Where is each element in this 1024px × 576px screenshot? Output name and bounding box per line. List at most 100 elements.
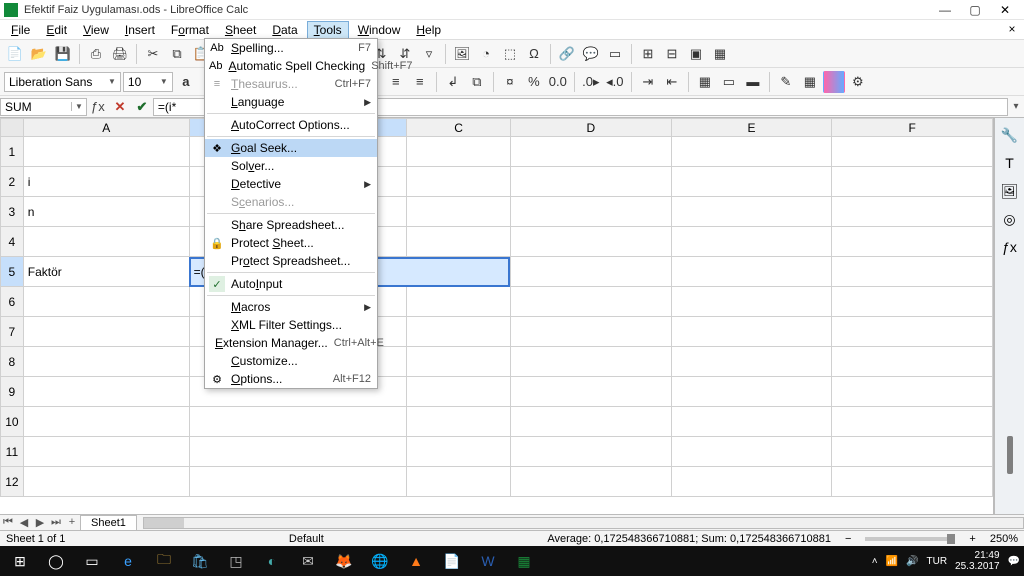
hyperlink-button[interactable]: 🔗 xyxy=(556,43,578,65)
sheet-nav-next[interactable]: ▶ xyxy=(32,516,48,529)
tray-chevron-up-icon[interactable]: ˄ xyxy=(872,556,878,567)
taskbar-mail-icon[interactable]: ✉ xyxy=(292,548,324,574)
menu-item-customize[interactable]: Customize... xyxy=(205,352,377,370)
taskbar-explorer-icon[interactable]: 🗀 xyxy=(148,548,180,574)
sidebar-properties-icon[interactable]: 🔧 xyxy=(999,124,1021,146)
taskbar-firefox-icon[interactable]: 🦊 xyxy=(328,548,360,574)
menu-item-solver[interactable]: Solver... xyxy=(205,157,377,175)
menu-item-autocorrect-options[interactable]: AutoCorrect Options... xyxy=(205,116,377,134)
number-button[interactable]: 0.0 xyxy=(547,71,569,93)
col-header-A[interactable]: A xyxy=(23,119,189,137)
sidebar-navigator-icon[interactable]: ◎ xyxy=(999,208,1021,230)
menu-item-spelling[interactable]: AbSpelling...F7 xyxy=(205,39,377,57)
chevron-down-icon[interactable]: ▼ xyxy=(71,102,86,111)
expand-formula-bar-button[interactable]: ▾ xyxy=(1008,101,1024,112)
zoom-out-button[interactable]: − xyxy=(845,533,851,545)
sidebar-functions-icon[interactable]: ƒx xyxy=(999,236,1021,258)
split-button[interactable]: ⊟ xyxy=(661,43,683,65)
percent-button[interactable]: % xyxy=(523,71,545,93)
add-decimal-button[interactable]: .0▸ xyxy=(580,71,602,93)
insert-object-button[interactable]: ⬚ xyxy=(499,43,521,65)
autofilter-button[interactable]: ▿ xyxy=(418,43,440,65)
tray-volume-icon[interactable]: 🔊 xyxy=(906,556,918,567)
grid-button[interactable]: ▦ xyxy=(709,43,731,65)
row-header-5[interactable]: 5 xyxy=(1,257,24,287)
col-header-E[interactable]: E xyxy=(671,119,832,137)
cut-button[interactable]: ✂ xyxy=(142,43,164,65)
tray-network-icon[interactable]: 📶 xyxy=(886,556,898,567)
remove-decimal-button[interactable]: ◂.0 xyxy=(604,71,626,93)
comment-button[interactable]: 💬 xyxy=(580,43,602,65)
border-color-button[interactable]: ▬ xyxy=(742,71,764,93)
taskbar-vlc-icon[interactable]: ▲ xyxy=(400,548,432,574)
menu-item-protect-spreadsheet[interactable]: Protect Spreadsheet... xyxy=(205,252,377,270)
row-header-2[interactable]: 2 xyxy=(1,167,24,197)
merge-button[interactable]: ⧉ xyxy=(466,71,488,93)
taskbar-calc-icon[interactable]: ▦ xyxy=(508,548,540,574)
cell-A3[interactable]: n xyxy=(23,197,189,227)
cancel-button[interactable]: ✕ xyxy=(109,99,131,115)
menu-item-macros[interactable]: Macros▶ xyxy=(205,298,377,316)
row-header-4[interactable]: 4 xyxy=(1,227,24,257)
document-close-button[interactable]: × xyxy=(1004,22,1020,36)
menu-item-xml-filter-settings[interactable]: XML Filter Settings... xyxy=(205,316,377,334)
sheet-add-button[interactable]: + xyxy=(64,516,80,529)
window-maximize-button[interactable]: ▢ xyxy=(960,1,990,19)
menu-item-share-spreadsheet[interactable]: Share Spreadsheet... xyxy=(205,216,377,234)
window-minimize-button[interactable]: — xyxy=(930,1,960,19)
decrease-indent-button[interactable]: ⇤ xyxy=(661,71,683,93)
insert-chart-button[interactable]: ◔ xyxy=(475,43,497,65)
menu-item-goal-seek[interactable]: ❖Goal Seek... xyxy=(205,139,377,157)
start-button[interactable]: ⊞ xyxy=(4,548,36,574)
function-wizard-button[interactable]: ƒx xyxy=(87,99,109,114)
vertical-scrollbar[interactable] xyxy=(1007,436,1013,474)
freeze-button[interactable]: ⊞ xyxy=(637,43,659,65)
menu-item-autoinput[interactable]: ✓AutoInput xyxy=(205,275,377,293)
menu-window[interactable]: Window xyxy=(351,21,408,39)
col-header-C[interactable]: C xyxy=(407,119,511,137)
taskbar-edge-icon[interactable]: e xyxy=(112,548,144,574)
font-size-combo[interactable]: 10 ▼ xyxy=(123,72,173,92)
row-header-9[interactable]: 9 xyxy=(1,377,24,407)
borders-button[interactable]: ▦ xyxy=(694,71,716,93)
align-right-button[interactable]: ≡ xyxy=(385,71,407,93)
menu-edit[interactable]: Edit xyxy=(39,21,74,39)
sidebar-styles-icon[interactable]: T xyxy=(999,152,1021,174)
menu-data[interactable]: Data xyxy=(265,21,304,39)
taskbar-word-icon[interactable]: W xyxy=(472,548,504,574)
grid[interactable]: A B C D E F 1 2i 3n 4 5 Faktör =( n-1) xyxy=(0,118,994,514)
filter-buttons-icon[interactable]: ⚙ xyxy=(847,71,869,93)
insert-image-button[interactable]: 🖼 xyxy=(451,43,473,65)
new-doc-button[interactable]: 📄 xyxy=(4,43,26,65)
bold-button[interactable]: a xyxy=(175,71,197,93)
menu-file[interactable]: File xyxy=(4,21,37,39)
cell-A5[interactable]: Faktör xyxy=(23,257,189,287)
accept-button[interactable]: ✔ xyxy=(131,99,153,115)
wrap-button[interactable]: ↲ xyxy=(442,71,464,93)
row-header-10[interactable]: 10 xyxy=(1,407,24,437)
font-name-combo[interactable]: Liberation Sans ▼ xyxy=(4,72,121,92)
zoom-in-button[interactable]: + xyxy=(969,533,975,545)
menu-tools[interactable]: Tools xyxy=(307,21,349,39)
menu-help[interactable]: Help xyxy=(409,21,448,39)
name-box-input[interactable] xyxy=(1,100,71,114)
taskbar-app-icon[interactable]: ◳ xyxy=(220,548,252,574)
header-footer-button[interactable]: ▭ xyxy=(604,43,626,65)
col-header-F[interactable]: F xyxy=(832,119,993,137)
menu-item-extension-manager[interactable]: Extension Manager...Ctrl+Alt+E xyxy=(205,334,377,352)
horizontal-scrollbar[interactable] xyxy=(143,517,1024,529)
sheet-nav-first[interactable]: ⏮ xyxy=(0,516,16,529)
taskbar-chrome-icon[interactable]: 🌐 xyxy=(364,548,396,574)
menu-view[interactable]: View xyxy=(76,21,116,39)
increase-indent-button[interactable]: ⇥ xyxy=(637,71,659,93)
themes-button[interactable] xyxy=(823,71,845,93)
print-button[interactable]: 🖨 xyxy=(109,43,131,65)
window-button[interactable]: ▣ xyxy=(685,43,707,65)
sheet-tab-active[interactable]: Sheet1 xyxy=(80,515,137,530)
save-button[interactable]: 💾 xyxy=(52,43,74,65)
row-header-8[interactable]: 8 xyxy=(1,347,24,377)
select-all-corner[interactable] xyxy=(1,119,24,137)
tray-notifications-icon[interactable]: 💬 xyxy=(1008,556,1020,567)
special-char-button[interactable]: Ω xyxy=(523,43,545,65)
align-justify-button[interactable]: ≡ xyxy=(409,71,431,93)
